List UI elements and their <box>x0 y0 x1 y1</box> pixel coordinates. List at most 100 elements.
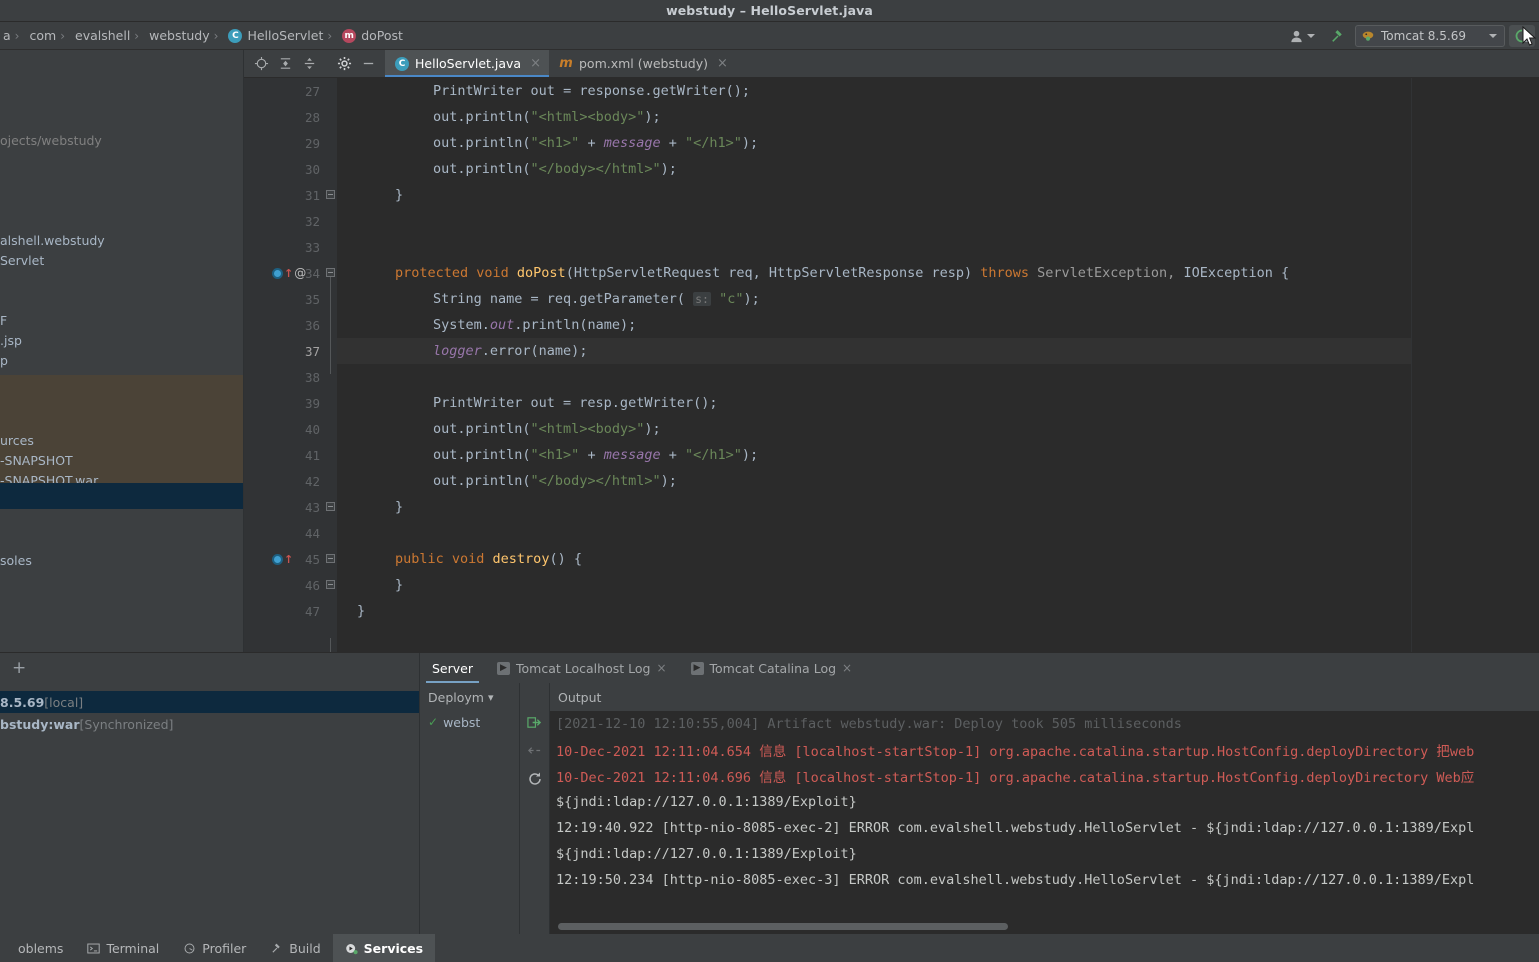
project-tool-window[interactable]: ojects/webstudy alshell.webstudy Servlet… <box>0 50 244 652</box>
tree-row-jsp[interactable]: .jsp <box>0 330 22 350</box>
fold-toggle-icon[interactable] <box>326 268 335 277</box>
tree-row-resources[interactable]: urces <box>0 430 34 450</box>
fold-toggle-icon[interactable] <box>326 190 335 199</box>
code-line[interactable]: } <box>337 182 1411 208</box>
breadcrumb-item-webstudy[interactable]: webstudy › <box>146 28 225 43</box>
gutter-line[interactable]: 27 <box>244 78 324 104</box>
scrollbar-thumb[interactable] <box>558 923 1008 930</box>
code-line[interactable]: PrintWriter out = response .getWriter(); <box>337 78 1411 104</box>
close-icon[interactable]: × <box>842 661 852 675</box>
gutter-line[interactable]: 37 <box>244 338 324 364</box>
gutter-line[interactable]: 39 <box>244 390 324 416</box>
gutter-line[interactable]: ↑ 45 <box>244 546 324 572</box>
code-line[interactable]: out.println("</body></html>"); <box>337 468 1411 494</box>
code-line[interactable]: out.println("<html><body>"); <box>337 104 1411 130</box>
tree-row-consoles[interactable]: soles <box>0 550 32 570</box>
tree-row-selected[interactable] <box>0 483 243 509</box>
status-tab-build[interactable]: Build <box>258 934 332 962</box>
status-tab-terminal[interactable]: Terminal <box>75 934 171 962</box>
gutter-line[interactable]: 43 <box>244 494 324 520</box>
code-line[interactable]: System. out .println(name); <box>337 312 1411 338</box>
tab-server[interactable]: Server <box>420 653 485 683</box>
deployment-header[interactable]: Deploym ▾ <box>420 683 519 711</box>
code-line[interactable]: out.println("<h1>" + message + "</h1>"); <box>337 442 1411 468</box>
gutter-line[interactable]: 42 <box>244 468 324 494</box>
code-editor[interactable]: 27 28 29 30 31 32 33 ↑ @34 35 36 37 38 39 40 41 42 43 44 ↑ 4… <box>244 78 1539 652</box>
code-line[interactable]: } <box>337 494 1411 520</box>
deployment-row-webstudy[interactable]: ✓ webst <box>420 711 519 733</box>
breadcrumb-item-dopost[interactable]: m doPost <box>339 28 406 43</box>
build-button[interactable] <box>1324 25 1351 47</box>
code-line[interactable]: protected void doPost (HttpServletRequest… <box>337 260 1411 286</box>
override-method-icon[interactable] <box>272 553 283 565</box>
undeploy-icon[interactable] <box>527 743 542 758</box>
code-line[interactable] <box>337 520 1411 546</box>
code-line[interactable]: out.println("<html><body>"); <box>337 416 1411 442</box>
code-line[interactable]: out.println("<h1>" + message + "</h1>"); <box>337 130 1411 156</box>
gutter-icons[interactable]: ↑ @ <box>272 266 306 280</box>
breadcrumb-item-a[interactable]: a › <box>0 28 26 43</box>
gutter-line[interactable]: 40 <box>244 416 324 442</box>
fold-toggle-icon[interactable] <box>326 580 335 589</box>
run-configuration-selector[interactable]: Tomcat 8.5.69 <box>1355 25 1505 47</box>
close-icon[interactable]: × <box>530 56 541 71</box>
tab-tomcat-catalina-log[interactable]: ▶ Tomcat Catalina Log × <box>679 653 865 683</box>
tab-tomcat-localhost-log[interactable]: ▶ Tomcat Localhost Log × <box>485 653 679 683</box>
code-line[interactable]: PrintWriter out = resp.getWriter(); <box>337 390 1411 416</box>
gutter-line[interactable]: 46 <box>244 572 324 598</box>
code-line[interactable] <box>337 234 1411 260</box>
code-line[interactable]: public void destroy() { <box>337 546 1411 572</box>
breadcrumb-item-helloservlet[interactable]: C HelloServlet › <box>225 28 339 43</box>
locate-icon[interactable] <box>250 53 272 75</box>
deploy-icon[interactable] <box>527 715 542 730</box>
gutter-line[interactable]: 33 <box>244 234 324 260</box>
status-tab-services[interactable]: Services <box>332 934 436 962</box>
status-tab-profiler[interactable]: Profiler <box>171 934 258 962</box>
gutter-line[interactable]: 35 <box>244 286 324 312</box>
collapse-all-icon[interactable] <box>298 53 320 75</box>
editor-gutter[interactable]: 27 28 29 30 31 32 33 ↑ @34 35 36 37 38 39 40 41 42 43 44 ↑ 4… <box>244 78 324 652</box>
code-line[interactable]: } <box>337 572 1411 598</box>
fold-column[interactable] <box>324 78 337 652</box>
console-output[interactable]: [2021-12-10 12:10:55,004] Artifact webst… <box>550 711 1539 934</box>
gutter-line[interactable]: 44 <box>244 520 324 546</box>
fold-toggle-icon[interactable] <box>326 554 335 563</box>
service-row-artifact[interactable]: bstudy:war [Synchronized] <box>0 713 419 735</box>
service-row-tomcat[interactable]: 8.5.69 [local] <box>0 691 419 713</box>
close-icon[interactable]: × <box>656 661 666 675</box>
gutter-line[interactable]: 28 <box>244 104 324 130</box>
expand-all-icon[interactable] <box>274 53 296 75</box>
tree-row-inf[interactable]: F <box>0 310 7 330</box>
settings-gear-icon[interactable] <box>333 53 355 75</box>
horizontal-scrollbar[interactable] <box>550 920 1539 934</box>
user-account-button[interactable] <box>1284 25 1320 47</box>
code-line[interactable] <box>337 208 1411 234</box>
chevron-down-icon[interactable]: ▾ <box>488 691 494 704</box>
gutter-line[interactable]: 47 <box>244 598 324 624</box>
gutter-line[interactable]: 30 <box>244 156 324 182</box>
code-line[interactable]: logger .error(name); <box>337 338 1411 364</box>
gutter-line[interactable]: ↑ @34 <box>244 260 324 286</box>
code-line[interactable] <box>337 364 1411 390</box>
override-method-icon[interactable] <box>272 267 283 279</box>
tree-row-path[interactable]: ojects/webstudy <box>0 130 102 150</box>
tree-row-snapshot[interactable]: -SNAPSHOT <box>0 450 73 470</box>
breadcrumb-item-com[interactable]: com › <box>26 28 72 43</box>
tree-row-jsp2[interactable]: p <box>0 350 8 370</box>
gutter-line[interactable]: 32 <box>244 208 324 234</box>
close-icon[interactable]: × <box>717 56 728 71</box>
hide-panel-icon[interactable] <box>357 53 379 75</box>
breadcrumb-item-evalshell[interactable]: evalshell › <box>72 28 146 43</box>
status-tab-problems[interactable]: oblems <box>0 934 75 962</box>
code-line[interactable]: String name = req.getParameter( s: "c"); <box>337 286 1411 312</box>
gutter-line[interactable]: 38 <box>244 364 324 390</box>
code-lines[interactable]: PrintWriter out = response .getWriter(); o… <box>337 78 1411 652</box>
tab-helloservlet-java[interactable]: C HelloServlet.java × <box>385 50 549 77</box>
tree-row-servlet[interactable]: Servlet <box>0 250 44 270</box>
code-line[interactable]: out.println("</body></html>"); <box>337 156 1411 182</box>
gutter-line[interactable]: 41 <box>244 442 324 468</box>
fold-toggle-icon[interactable] <box>326 502 335 511</box>
code-line[interactable]: } <box>337 598 1411 624</box>
add-plus-icon[interactable]: + <box>12 659 26 677</box>
gutter-line[interactable]: 29 <box>244 130 324 156</box>
